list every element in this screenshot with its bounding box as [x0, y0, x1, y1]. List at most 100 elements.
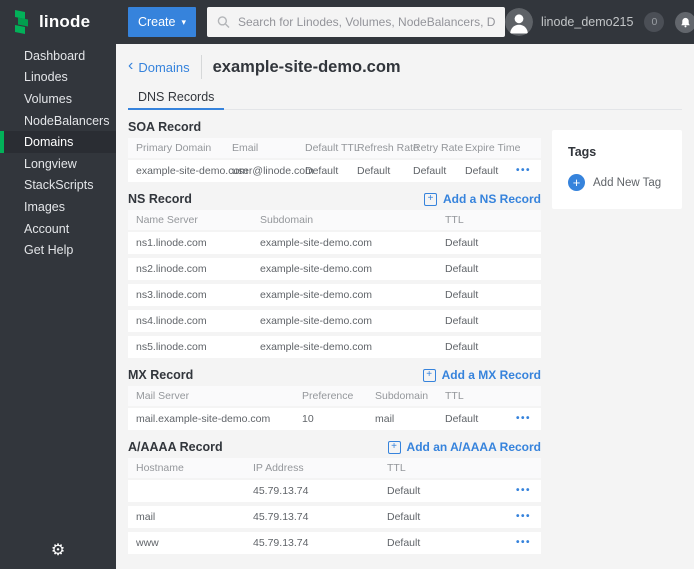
sidebar-item-linodes[interactable]: Linodes — [0, 67, 116, 89]
add-record-label: Add an A/AAAA Record — [407, 440, 541, 454]
table-cell: mail.example-site-demo.com — [128, 413, 294, 425]
row-actions-button[interactable]: ••• — [516, 512, 541, 522]
breadcrumb: ‹ Domains example-site-demo.com — [128, 48, 682, 86]
table-cell: example-site-demo.com — [252, 289, 437, 301]
table-row: ns1.linode.comexample-site-demo.comDefau… — [128, 232, 541, 254]
table-cell: mail — [367, 413, 437, 425]
table-row: 45.79.13.74Default ••• — [128, 480, 541, 502]
sidebar-item-volumes[interactable]: Volumes — [0, 88, 116, 110]
column-header: Primary Domain — [128, 142, 224, 154]
plus-square-icon: + — [423, 369, 436, 382]
search-input[interactable] — [238, 15, 495, 29]
page-title: example-site-demo.com — [213, 58, 401, 77]
add-new-tag-button[interactable]: + Add New Tag — [568, 174, 661, 191]
tab-dns-records[interactable]: DNS Records — [128, 86, 224, 110]
person-icon — [505, 8, 533, 36]
gear-icon[interactable]: ⚙ — [0, 540, 116, 560]
column-header: Mail Server — [128, 390, 294, 402]
table-cell: ns5.linode.com — [128, 341, 252, 353]
main-content: ‹ Domains example-site-demo.com DNS Reco… — [116, 44, 694, 569]
content-grid: SOA RecordPrimary DomainEmailDefault TTL… — [128, 110, 682, 558]
table-cell: Default — [379, 485, 479, 497]
table-row: mail.example-site-demo.com10mailDefault•… — [128, 408, 541, 430]
table-cell: ns3.linode.com — [128, 289, 252, 301]
sidebar-item-get-help[interactable]: Get Help — [0, 239, 116, 261]
logo-text: linode — [39, 12, 90, 32]
table-cell: example-site-demo.com — [252, 263, 437, 275]
linode-logo[interactable]: linode — [0, 0, 116, 44]
user-menu[interactable]: linode_demo215 — [505, 8, 633, 36]
record-sections: SOA RecordPrimary DomainEmailDefault TTL… — [128, 110, 541, 558]
section-title: A/AAAA Record — [128, 440, 223, 454]
create-button[interactable]: Create ▾ — [128, 7, 196, 37]
add-record-label: Add a MX Record — [442, 368, 541, 382]
notifications-button[interactable] — [675, 12, 694, 33]
sidebar-item-dashboard[interactable]: Dashboard — [0, 45, 116, 67]
column-header: Refresh Rate — [349, 142, 405, 154]
table-cell: Default — [349, 165, 405, 177]
sidebar-item-account[interactable]: Account — [0, 218, 116, 240]
record-section: A/AAAA Record +Add an A/AAAA Record Hostna… — [128, 440, 541, 554]
column-header: TTL — [437, 214, 541, 226]
table-cell: 45.79.13.74 — [245, 485, 379, 497]
add-record-link[interactable]: +Add a NS Record — [424, 192, 541, 206]
table-cell: example-site-demo.com — [252, 315, 437, 327]
table-cell: example-site-demo.com — [252, 237, 437, 249]
section-title: NS Record — [128, 192, 192, 206]
column-header: Email — [224, 142, 297, 154]
sidebar-item-domains[interactable]: Domains — [0, 131, 116, 153]
plus-square-icon: + — [424, 193, 437, 206]
table-cell: Default — [437, 341, 541, 353]
table-row: ns4.linode.comexample-site-demo.comDefau… — [128, 310, 541, 332]
table-row: ns5.linode.comexample-site-demo.comDefau… — [128, 336, 541, 358]
table-header-row: HostnameIP AddressTTL — [128, 458, 541, 478]
tags-panel: Tags + Add New Tag — [552, 130, 682, 209]
table-cell: user@linode.com — [224, 165, 297, 177]
record-section: NS Record+Add a NS RecordName ServerSubd… — [128, 192, 541, 358]
column-header: IP Address — [245, 462, 379, 474]
sidebar-item-stackscripts[interactable]: StackScripts — [0, 175, 116, 197]
table-cell: Default — [379, 511, 479, 523]
breadcrumb-label: Domains — [138, 60, 189, 75]
sidebar-item-longview[interactable]: Longview — [0, 153, 116, 175]
table-cell: 45.79.13.74 — [245, 537, 379, 549]
sidebar-item-nodebalancers[interactable]: NodeBalancers — [0, 110, 116, 132]
column-header: Hostname — [128, 462, 245, 474]
table-cell: ns2.linode.com — [128, 263, 252, 275]
table-cell: Default — [437, 237, 541, 249]
row-actions-button[interactable]: ••• — [516, 538, 541, 548]
row-actions-button[interactable]: ••• — [516, 414, 541, 424]
bell-icon — [680, 17, 691, 28]
table-cell: ns1.linode.com — [128, 237, 252, 249]
search-icon — [217, 15, 230, 29]
column-header: Default TTL — [297, 142, 349, 154]
table-row: ns2.linode.comexample-site-demo.comDefau… — [128, 258, 541, 280]
notification-count-badge[interactable]: 0 — [644, 12, 664, 32]
sidebar-item-images[interactable]: Images — [0, 196, 116, 218]
chevron-down-icon: ▾ — [182, 17, 187, 28]
table-cell: Default — [297, 165, 349, 177]
sidebar: DashboardLinodesVolumesNodeBalancersDoma… — [0, 44, 116, 569]
table-cell: Default — [379, 537, 479, 549]
table-row: example-site-demo.comuser@linode.comDefa… — [128, 160, 541, 182]
table-row: mail45.79.13.74Default••• — [128, 506, 541, 528]
add-record-link[interactable]: +Add an A/AAAA Record — [388, 440, 541, 454]
table-header-row: Primary DomainEmailDefault TTLRefresh Ra… — [128, 138, 541, 158]
row-actions-button[interactable]: ••• — [516, 486, 541, 496]
tags-panel-title: Tags — [568, 145, 666, 159]
table-cell: Default — [405, 165, 457, 177]
add-record-link[interactable]: + Add a MX Record — [423, 368, 541, 382]
search-bar — [207, 7, 505, 37]
breadcrumb-domains-link[interactable]: ‹ Domains — [128, 60, 190, 75]
table-cell: www — [128, 537, 245, 549]
chevron-left-icon: ‹ — [128, 58, 133, 74]
column-header: Retry Rate — [405, 142, 457, 154]
table-cell: Default — [437, 263, 541, 275]
row-actions-button[interactable]: ••• — [516, 166, 541, 176]
table-cell: 10 — [294, 413, 367, 425]
column-header: TTL — [437, 390, 505, 402]
table-cell: ns4.linode.com — [128, 315, 252, 327]
table-cell: mail — [128, 511, 245, 523]
avatar — [505, 8, 533, 36]
column-header: Preference — [294, 390, 367, 402]
